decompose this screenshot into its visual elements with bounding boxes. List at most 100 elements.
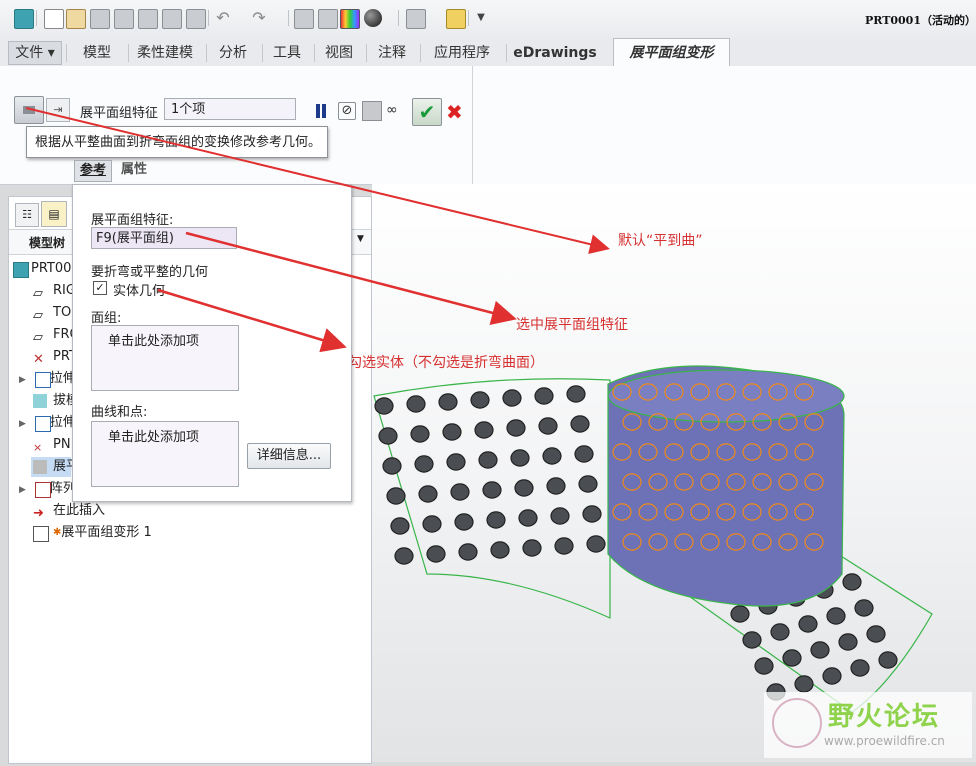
subtab-properties[interactable]: 属性: [114, 160, 154, 180]
verify-glasses-icon[interactable]: ∞: [386, 102, 398, 118]
undo-icon[interactable]: ↶: [214, 9, 232, 27]
panel-geometry-label: 要折弯或平整的几何: [91, 265, 209, 280]
tab-view[interactable]: 视图: [316, 41, 362, 65]
display-style-icon[interactable]: [364, 9, 382, 27]
graphics-area[interactable]: 默认“平到曲” 选中展平面组特征 勾选实体（不勾选是折弯曲面） 野火论坛 www…: [348, 184, 976, 762]
tree-item-flatten-quilt[interactable]: 展平: [31, 457, 79, 477]
expand-icon[interactable]: ▶: [19, 419, 26, 429]
pause-icon[interactable]: [322, 104, 326, 118]
pattern-icon: [35, 482, 51, 498]
ribbon-divider: [472, 66, 473, 184]
tree-item-top-plane[interactable]: ▱ TO: [33, 303, 71, 323]
quilt-placeholder: 单击此处添加项: [108, 334, 200, 349]
ribbon-body: ⇥ 展平面组特征 1个项 ⊘ ∞ ✔ ✖ 根据从平整曲面到折弯面组的变换修改参考…: [0, 66, 976, 185]
tab-annotate[interactable]: 注释: [368, 41, 416, 65]
annotation-check-solid: 勾选实体（不勾选是折弯曲面）: [348, 355, 544, 371]
pin: [574, 445, 594, 463]
feature-collector[interactable]: 1个项: [164, 98, 296, 120]
insert-arrow-icon: ➜: [33, 506, 44, 521]
tree-item-label: TO: [53, 305, 72, 320]
pin: [810, 641, 830, 659]
pin: [474, 421, 494, 439]
pin: [442, 423, 462, 441]
pin: [534, 387, 554, 405]
save-icon[interactable]: [114, 9, 134, 29]
pin: [730, 605, 750, 623]
model-view: [373, 365, 933, 713]
pin: [842, 573, 862, 591]
pin: [850, 659, 870, 677]
pin: [490, 541, 510, 559]
tree-item-point[interactable]: × PN: [33, 435, 71, 455]
copy-icon[interactable]: [186, 9, 206, 29]
new-file-icon[interactable]: [44, 9, 64, 29]
redo-icon[interactable]: ↷: [250, 9, 268, 27]
subtab-references[interactable]: 参考: [74, 160, 112, 182]
window-icon[interactable]: [318, 9, 338, 29]
tab-flatten-quilt-deform[interactable]: 展平面组变形: [613, 38, 730, 67]
pin: [782, 649, 802, 667]
panel-feature-collector[interactable]: F9(展平面组): [91, 227, 237, 249]
details-button[interactable]: 详细信息...: [247, 443, 331, 469]
pin: [382, 457, 402, 475]
pin: [386, 487, 406, 505]
bent-to-flat-toggle[interactable]: ⇥: [46, 98, 70, 122]
tree-item-root[interactable]: PRT00: [13, 259, 71, 279]
pin: [450, 483, 470, 501]
document-title: PRT0001（活动的）: [864, 14, 976, 27]
extrude-icon: [35, 372, 51, 388]
regenerate-icon[interactable]: [162, 9, 182, 29]
ribbon-tabs: 文件 ▾ 模型 柔性建模 分析 工具 视图 注释 应用程序 eDrawings …: [0, 38, 976, 67]
open-file-icon[interactable]: [66, 9, 86, 29]
tree-item-flatten-deform[interactable]: ✱展平面组变形 1: [33, 523, 152, 543]
tab-file[interactable]: 文件 ▾: [8, 41, 62, 65]
tab-edrawings[interactable]: eDrawings: [508, 41, 602, 65]
tree-item-csys[interactable]: ✕ PRT: [33, 347, 77, 367]
pin: [406, 395, 426, 413]
tree-item-insert-here[interactable]: ➜ 在此插入: [33, 501, 105, 521]
app-logo-icon[interactable]: [14, 9, 34, 29]
pin: [542, 447, 562, 465]
tab-model[interactable]: 模型: [70, 41, 124, 65]
no-preview-icon[interactable]: ⊘: [338, 102, 356, 120]
tab-tools[interactable]: 工具: [264, 41, 310, 65]
tab-analysis[interactable]: 分析: [208, 41, 258, 65]
tree-dropdown-icon[interactable]: ▼: [357, 234, 364, 244]
model-tree-tab-icon[interactable]: ☷: [15, 203, 39, 227]
appearance-gallery-icon[interactable]: [340, 9, 360, 29]
pause-icon-bar1: [316, 104, 320, 118]
view-manager-icon[interactable]: [406, 9, 426, 29]
tree-item-extrude-1[interactable]: ▶ 拉伸: [19, 369, 76, 389]
pin: [446, 453, 466, 471]
preview-icon[interactable]: [362, 101, 382, 121]
save-as-icon[interactable]: [138, 9, 158, 29]
expand-icon[interactable]: ▶: [19, 485, 26, 495]
tree-item-label: 展平面组变形 1: [61, 525, 152, 540]
pin: [414, 455, 434, 473]
flat-to-bent-toggle[interactable]: [14, 96, 44, 124]
cancel-button[interactable]: ✖: [446, 100, 463, 124]
watermark-url: www.proewildfire.cn: [824, 734, 945, 748]
pin: [878, 651, 898, 669]
tab-file-label: 文件: [15, 45, 44, 61]
tab-applications[interactable]: 应用程序: [422, 41, 502, 65]
folder-icon[interactable]: [446, 9, 466, 29]
tab-flexible-modeling[interactable]: 柔性建模: [130, 41, 200, 65]
solid-geometry-checkbox[interactable]: ✓: [93, 281, 107, 295]
curves-collector[interactable]: 单击此处添加项: [91, 421, 239, 487]
ok-button[interactable]: ✔: [412, 98, 442, 126]
datum-plane-icon[interactable]: [294, 9, 314, 29]
panel-quilt-label: 面组:: [91, 311, 122, 326]
folder-browser-tab-icon[interactable]: ▤: [41, 201, 67, 227]
tree-item-right-plane[interactable]: ▱ RIG: [33, 281, 76, 301]
tree-item-pattern[interactable]: ▶ 阵列: [19, 479, 76, 499]
pin-grid-left: [374, 385, 606, 565]
expand-icon[interactable]: ▶: [19, 375, 26, 385]
open-folder-icon[interactable]: [90, 9, 110, 29]
customize-toolbar-icon[interactable]: ▼: [472, 9, 490, 27]
quilt-collector[interactable]: 单击此处添加项: [91, 325, 239, 391]
feature-label: 展平面组特征: [80, 106, 159, 121]
tree-item-extrude-2[interactable]: ▶ 拉伸: [19, 413, 76, 433]
watermark-title: 野火论坛: [828, 702, 941, 732]
pin: [522, 539, 542, 557]
